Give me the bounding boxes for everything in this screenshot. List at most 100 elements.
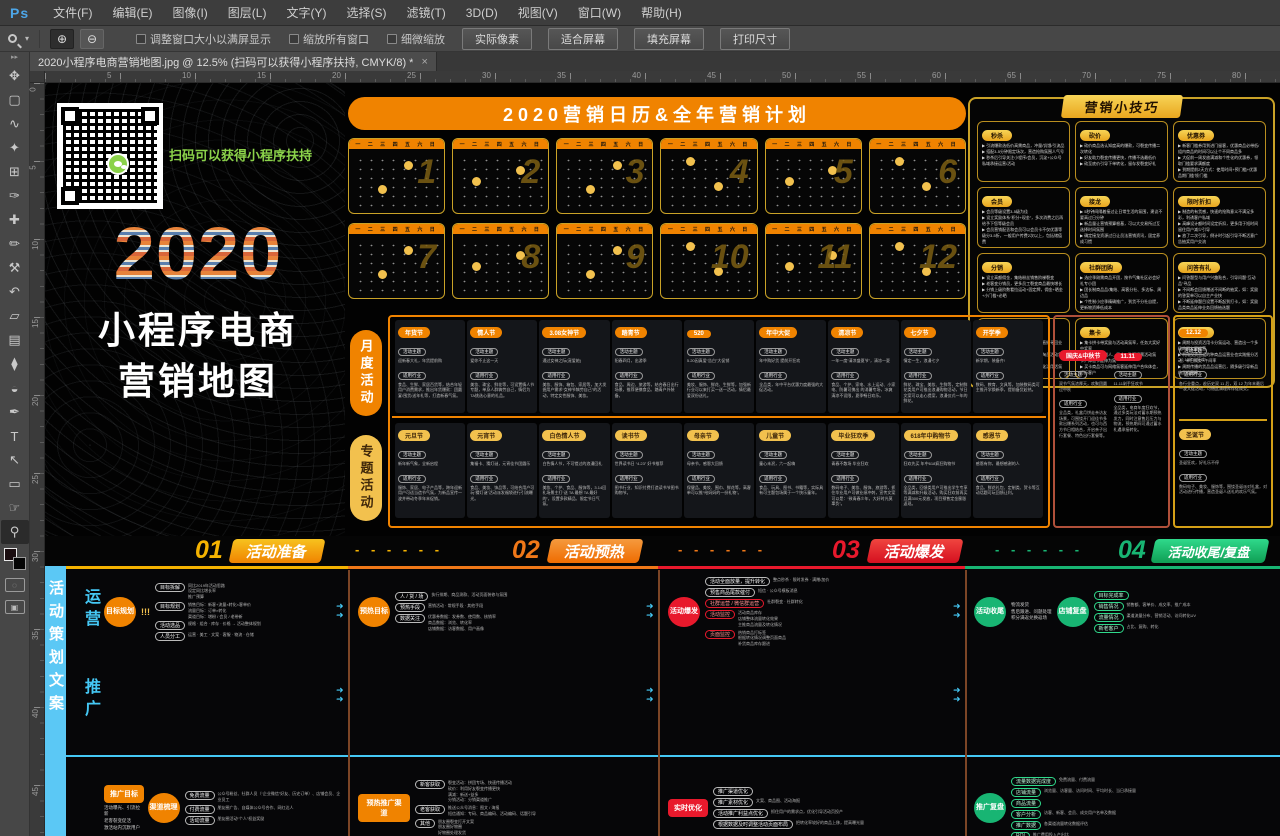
row-label-promotion: 推广 — [78, 678, 102, 722]
tool-button[interactable]: ✦ — [1, 136, 29, 160]
menu-item[interactable]: 滤镜(T) — [396, 0, 455, 25]
tool-button[interactable]: ⧫ — [1, 352, 29, 376]
ruler-label: 5 — [29, 165, 38, 169]
fit-screen-button[interactable]: 适合屏幕 — [548, 28, 618, 50]
phase-badge: 活动收尾/复盘 — [1150, 539, 1269, 563]
tool-button[interactable]: ▭ — [1, 472, 29, 496]
festival-name: 3.08女神节 — [542, 327, 586, 338]
quick-mask-button[interactable]: ◌ — [5, 578, 25, 592]
theme-tag: 活动主题 — [615, 451, 643, 459]
tip-card: 优惠券 ▶ 新客门槛券用到进门留客，优惠商品必带低/组内商品的时间可以让个不同商… — [1173, 121, 1266, 182]
tool-button[interactable]: ✒ — [1, 400, 29, 424]
exclamation: !!! — [141, 607, 150, 617]
map-node: 人员分工运营 · 美工 · 文案 · 客服 · 物流 · 仓储 — [155, 632, 261, 641]
phase4-strip — [965, 566, 1280, 569]
screen-mode-button[interactable]: ▣ — [5, 600, 25, 614]
weekday-header: 一 二 三 四 五 六 日 — [557, 224, 652, 234]
map-node: 新老客户占比、复购、转化 — [1094, 624, 1197, 633]
hub-node: 渠道梳理 — [148, 793, 180, 823]
menu-item[interactable]: 图像(I) — [162, 0, 217, 25]
tool-button[interactable]: ✚ — [1, 208, 29, 232]
ruler-label: 30 — [482, 71, 491, 80]
panel-grip-icon[interactable]: ▸▸ — [11, 52, 18, 64]
activities-box: 年货节 活动主题 迎新春大礼，年货提前购 适用行业 食品、生鲜、家居百货等，结合… — [388, 315, 1050, 528]
tool-button[interactable]: ↶ — [1, 280, 29, 304]
industry-tag: 适用行业 — [759, 475, 787, 483]
ruler-label: 10 — [31, 241, 40, 250]
background-color-swatch[interactable] — [13, 557, 26, 570]
menu-item[interactable]: 选择(S) — [336, 0, 396, 25]
highlight-date-dot — [378, 270, 387, 279]
tool-button[interactable]: ∿ — [1, 112, 29, 136]
ops-phase1-cell: 目标规划 !!! 目标拆解同比2019年活动思路 设定同比增长率 推广预算目标规… — [104, 572, 344, 652]
tool-button[interactable]: ▤ — [1, 328, 29, 352]
menu-item[interactable]: 帮助(H) — [631, 0, 692, 25]
month-calendar: 一 二 三 四 五 六 日 7 — [348, 223, 445, 299]
map-node: 页面监控热销商品打标签 根据转化情况调整页面商品 补货商品库存跟进 — [705, 630, 829, 647]
map-node: 推广素材优化文案、商品图、活动海报 — [713, 798, 864, 807]
tool-button[interactable]: ◒ — [1, 376, 29, 400]
tool-button[interactable]: ⚒ — [1, 256, 29, 280]
map-node: 销售情况销售额、客单价、成交率、推广成本 — [1094, 602, 1197, 611]
industry-tag: 适用行业 — [831, 475, 859, 483]
tool-button[interactable]: ✏ — [1, 232, 29, 256]
festival-name: 白色情人节 — [542, 430, 586, 441]
color-swatches[interactable] — [4, 548, 26, 570]
poster-year-title: 2020 — [73, 211, 323, 296]
menu-item[interactable]: 编辑(E) — [102, 0, 162, 25]
print-size-button[interactable]: 打印尺寸 — [720, 28, 790, 50]
menu-item[interactable]: 图层(L) — [218, 0, 277, 25]
theme-tag: 活动主题 — [542, 451, 570, 459]
festival-name: 元旦节 — [398, 430, 430, 441]
map-node: 活动选品规格 · 组合 · 库存 · 价格 → 活动整体规划 — [155, 621, 261, 630]
tool-button[interactable]: ☞ — [1, 496, 29, 520]
tool-preset-caret-icon[interactable]: ▾ — [25, 34, 29, 43]
tool-button[interactable]: ▱ — [1, 304, 29, 328]
zoom-out-button[interactable]: ⊖ — [80, 29, 104, 49]
weekday-header: 一 二 三 四 五 六 日 — [661, 224, 756, 234]
tip-card: 砍价 ▶ 砍价商品选认知度高的爆款，可裂变传播二次转化 ▶ 好友助力裂变传播更快… — [1075, 121, 1168, 182]
weekday-header: 一 二 三 四 五 六 日 — [766, 139, 861, 149]
ruler-label: 35 — [557, 71, 566, 80]
menu-item[interactable]: 文件(F) — [43, 0, 102, 25]
theme-tag: 活动主题 — [1179, 347, 1207, 355]
tool-button[interactable]: ⚲ — [1, 520, 29, 544]
document-canvas[interactable]: 扫码可以获得小程序扶持 2020 小程序电商 营销地图 2020营销日历&全年营… — [45, 83, 1280, 836]
zoom-all-windows-checkbox[interactable]: 缩放所有窗口 — [289, 31, 369, 47]
column-divider — [348, 570, 350, 836]
menu-bar: Ps 文件(F)编辑(E)图像(I)图层(L)文字(Y)选择(S)滤镜(T)3D… — [0, 0, 1280, 26]
highlight-date-dot — [895, 242, 904, 251]
map-node: 人 / 货 / 场执行排期、商品测款、活动页面装修与氛围 — [395, 592, 507, 601]
industry-tag: 适用行业 — [687, 372, 715, 380]
tool-button[interactable]: ✥ — [1, 64, 29, 88]
tool-button[interactable]: ⊞ — [1, 160, 29, 184]
industry-tag: 适用行业 — [1114, 395, 1142, 403]
column-divider — [658, 570, 660, 836]
festival-name: 圣诞节 — [1179, 429, 1211, 440]
theme-tag: 活动主题 — [398, 348, 426, 356]
weekday-header: 一 二 三 四 五 六 日 — [766, 224, 861, 234]
resize-windows-checkbox[interactable]: 调整窗口大小以满屏显示 — [136, 31, 271, 47]
menu-item[interactable]: 窗口(W) — [568, 0, 631, 25]
photoshop-logo: Ps — [10, 5, 29, 21]
map-node: 活动流量朋友圈活动“个人”权益奖励 — [185, 816, 344, 825]
close-icon[interactable]: × — [421, 56, 427, 68]
fill-screen-button[interactable]: 填充屏幕 — [634, 28, 704, 50]
tool-button[interactable]: ✑ — [1, 184, 29, 208]
flow-arrow-icon: ➜ ➜ — [646, 686, 654, 705]
scrubby-zoom-checkbox[interactable]: 细微缩放 — [387, 31, 445, 47]
actual-pixels-button[interactable]: 实际像素 — [462, 28, 532, 50]
tool-button[interactable]: ▢ — [1, 88, 29, 112]
document-tab[interactable]: 2020小程序电商营销地图.jpg @ 12.5% (扫码可以获得小程序扶持, … — [30, 52, 437, 72]
highlight-date-dot — [686, 157, 695, 166]
calendar-grid: 一 二 三 四 五 六 日 1 一 二 三 四 五 六 日 2 一 二 三 四 … — [348, 138, 966, 300]
tool-button[interactable]: T — [1, 424, 29, 448]
menu-item[interactable]: 视图(V) — [508, 0, 568, 25]
zoom-in-button[interactable]: ⊕ — [50, 29, 74, 49]
menu-item[interactable]: 3D(D) — [456, 0, 508, 25]
menu-item[interactable]: 文字(Y) — [276, 0, 336, 25]
map-node: 流量情况渠道流量分布、营销活动、访问转化UV — [1094, 613, 1197, 622]
poster-title-line2: 营销地图 — [65, 351, 331, 405]
highlight-date-dot — [378, 185, 387, 194]
tool-button[interactable]: ↖ — [1, 448, 29, 472]
